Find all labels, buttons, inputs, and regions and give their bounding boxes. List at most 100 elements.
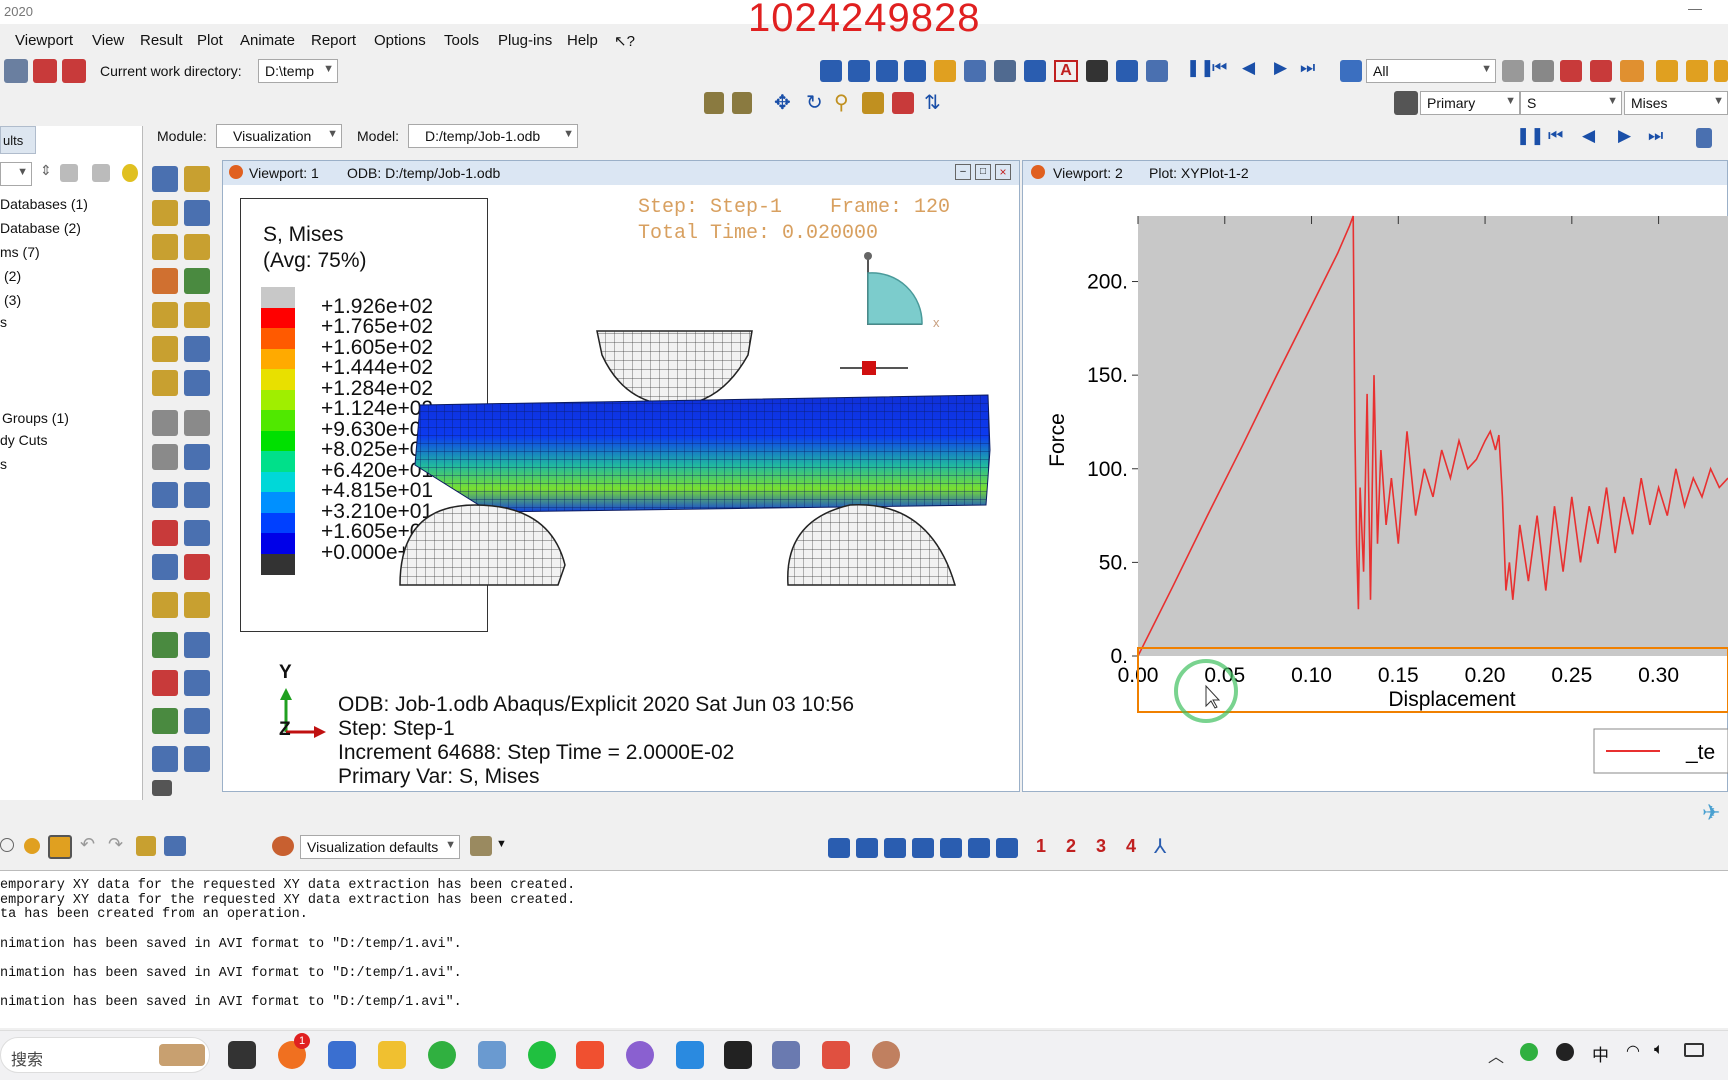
view-preset-4[interactable]: 4 [1126, 836, 1136, 857]
app-red-icon[interactable] [822, 1041, 850, 1069]
app-colorful-icon[interactable] [626, 1041, 654, 1069]
annotation-manager-icon[interactable] [1116, 60, 1138, 82]
menu-plot[interactable]: Plot [197, 32, 223, 49]
context-help-icon[interactable]: ↖? [614, 32, 635, 50]
pause-icon[interactable]: ❚❚ [1516, 126, 1545, 146]
view-front-icon[interactable] [828, 838, 850, 858]
task-view-icon[interactable] [228, 1041, 256, 1069]
menu-options[interactable]: Options [374, 32, 426, 49]
tree-item-body-cuts[interactable]: dy Cuts [0, 432, 47, 448]
rotate-icon[interactable]: ↻ [806, 90, 823, 115]
animate-harmonic-icon[interactable] [152, 410, 178, 436]
maximize-viewport-button[interactable]: □ [975, 164, 991, 180]
plot-deformed-icon[interactable] [184, 166, 210, 192]
xy-manager-icon[interactable] [184, 444, 210, 470]
browser-icon[interactable] [428, 1041, 456, 1069]
last-frame-icon[interactable]: ⏭ [1648, 126, 1663, 146]
box-select-icon[interactable] [1532, 60, 1554, 82]
first-frame-icon[interactable]: ⏮ [1212, 58, 1227, 78]
view-left-icon[interactable] [940, 838, 962, 858]
menu-help[interactable]: Help [567, 32, 598, 49]
render-style-icon[interactable] [470, 836, 492, 856]
menu-result[interactable]: Result [140, 32, 183, 49]
stream-icon[interactable] [152, 632, 178, 658]
menu-view[interactable]: View [92, 32, 124, 49]
path-icon[interactable] [152, 482, 178, 508]
text-annotation-icon[interactable]: A [1054, 60, 1078, 82]
symbol-options-icon[interactable] [184, 302, 210, 328]
stream-manager-icon[interactable] [184, 632, 210, 658]
minimize-viewport-button[interactable]: – [955, 164, 971, 180]
tree-item-ms[interactable]: ms (7) [0, 244, 40, 260]
query-icon[interactable] [994, 60, 1016, 82]
menu-tools[interactable]: Tools [444, 32, 479, 49]
probe-icon[interactable] [152, 670, 178, 696]
probe-manager-icon[interactable] [184, 670, 210, 696]
invariant-select[interactable]: Mises ▼ [1624, 91, 1728, 115]
cascade-icon[interactable] [904, 60, 926, 82]
animate-scale-icon[interactable] [152, 370, 178, 396]
display-group-icon[interactable] [184, 592, 210, 618]
redo-icon[interactable]: ↷ [108, 834, 123, 855]
volume-icon[interactable]: 🔈︎ [1654, 1041, 1664, 1059]
superimpose-icon[interactable] [184, 268, 210, 294]
layer-icon[interactable] [136, 836, 156, 856]
list-icon[interactable] [1146, 60, 1168, 82]
crop-icon[interactable] [1560, 60, 1582, 82]
terminal-icon[interactable] [724, 1041, 752, 1069]
app-blue-icon[interactable] [676, 1041, 704, 1069]
viewport-layout-icon[interactable] [820, 60, 842, 82]
iso-view-icon[interactable] [1656, 60, 1678, 82]
menu-animate[interactable]: Animate [240, 32, 295, 49]
field-manager-icon[interactable] [184, 520, 210, 546]
last-frame-icon[interactable]: ⏭ [1300, 58, 1315, 78]
path-manager-icon[interactable] [184, 482, 210, 508]
free-body-icon[interactable] [152, 554, 178, 580]
xy-plot-icon[interactable] [184, 554, 210, 580]
undo-icon[interactable]: ↶ [80, 834, 95, 855]
tile-vertical-icon[interactable] [848, 60, 870, 82]
cwd-select[interactable]: D:\temp ▼ [258, 59, 338, 83]
fit-view-icon[interactable] [892, 92, 914, 114]
animation-options-icon[interactable] [184, 410, 210, 436]
close-viewport-button[interactable]: × [995, 164, 1011, 180]
primary-select[interactable]: Primary ▼ [1420, 91, 1520, 115]
view-preset-1[interactable]: 1 [1036, 836, 1046, 857]
link-viewports-icon[interactable] [934, 60, 956, 82]
xy-data-icon[interactable] [152, 444, 178, 470]
prev-frame-icon[interactable]: ◀ [1242, 58, 1255, 78]
abaqus-icon[interactable] [772, 1041, 800, 1069]
overlay-icon[interactable] [184, 234, 210, 260]
pointer-icon[interactable] [1086, 60, 1108, 82]
circle-select-icon[interactable] [0, 838, 14, 852]
photos-icon[interactable] [478, 1041, 506, 1069]
front-view-icon[interactable] [1686, 60, 1708, 82]
pan-icon[interactable]: ✥ [774, 90, 791, 115]
tree-filter-select[interactable]: ▼ [0, 162, 32, 186]
save-image-icon[interactable] [33, 59, 57, 83]
field-output-icon[interactable] [1394, 91, 1418, 115]
tree-item-database[interactable]: Database (2) [0, 220, 81, 236]
print-icon[interactable] [4, 59, 28, 83]
selection-options-icon[interactable] [1502, 60, 1524, 82]
next-frame-icon[interactable]: ▶ [1274, 58, 1287, 78]
wechat-icon[interactable] [528, 1041, 556, 1069]
view-back-icon[interactable] [856, 838, 878, 858]
spinner-icon[interactable]: ⇕ [40, 162, 52, 179]
chevron-down-icon[interactable]: ▼ [496, 838, 507, 850]
first-frame-icon[interactable]: ⏮ [1548, 126, 1563, 146]
plot-contours-icon[interactable] [152, 200, 178, 226]
view-cut-icon[interactable] [152, 592, 178, 618]
grid-icon[interactable] [964, 60, 986, 82]
select-arrow-icon[interactable] [1340, 60, 1362, 82]
animate-time-icon[interactable] [184, 370, 210, 396]
view-bottom-icon[interactable] [912, 838, 934, 858]
assign-manager-icon[interactable] [184, 708, 210, 734]
view-top-icon[interactable] [884, 838, 906, 858]
prev-frame-icon[interactable]: ◀ [1582, 126, 1595, 146]
sphere-icon[interactable] [24, 838, 40, 854]
menu-plugins[interactable]: Plug-ins [498, 32, 552, 49]
xy-plot[interactable]: 0.000.050.100.150.200.250.300. 0.50.100.… [1024, 186, 1728, 782]
tree-item-3[interactable]: (3) [4, 292, 21, 308]
section-icon[interactable] [152, 746, 178, 772]
